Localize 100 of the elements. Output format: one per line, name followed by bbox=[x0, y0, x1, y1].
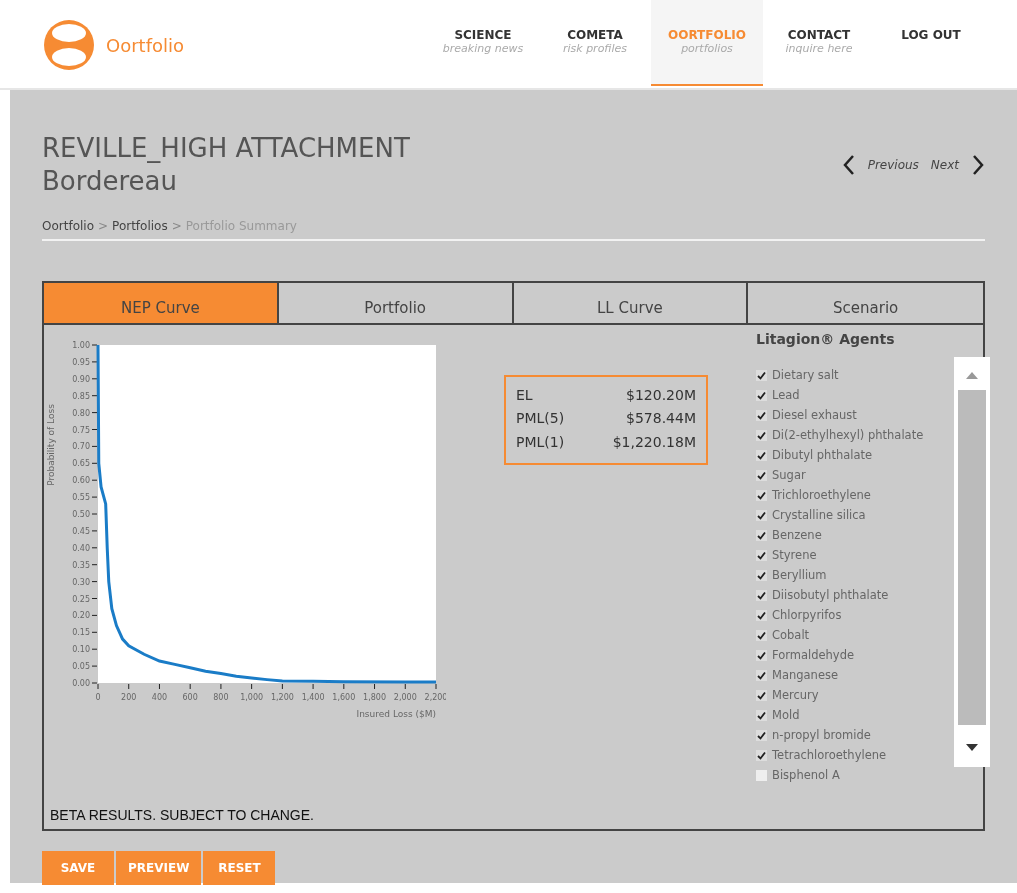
agent-checkbox[interactable]: Dibutyl phthalate bbox=[756, 445, 926, 465]
chevron-left-icon[interactable] bbox=[841, 153, 856, 176]
y-tick-label: 0.60 bbox=[72, 476, 90, 486]
action-button[interactable]: SAVE bbox=[42, 851, 114, 885]
x-tick: 1,000 bbox=[240, 683, 264, 702]
agent-checkbox[interactable]: Sugar bbox=[756, 465, 926, 485]
x-tick: 2,000 bbox=[393, 683, 417, 702]
y-tick: 0.95 bbox=[72, 357, 98, 367]
y-tick: 0.25 bbox=[72, 594, 98, 604]
x-tick: 1,600 bbox=[332, 683, 356, 702]
y-tick-label: 0.40 bbox=[72, 543, 90, 553]
y-tick-label: 0.65 bbox=[72, 459, 90, 469]
y-tick-label: 0.70 bbox=[72, 442, 90, 452]
y-tick: 0.55 bbox=[72, 493, 98, 503]
agent-checkbox[interactable]: Tetrachloroethylene bbox=[756, 745, 926, 765]
y-tick: 0.20 bbox=[72, 611, 98, 621]
agent-checkbox[interactable]: Mold bbox=[756, 705, 926, 725]
stat-label: PML(5) bbox=[516, 409, 566, 429]
x-tick-label: 2,200 bbox=[424, 693, 448, 702]
y-tick-label: 0.15 bbox=[72, 628, 90, 638]
agent-checkbox[interactable]: Di(2-ethylhexyl) phthalate bbox=[756, 425, 926, 445]
x-tick: 400 bbox=[151, 683, 168, 702]
y-tick-label: 0.30 bbox=[72, 577, 90, 587]
x-tick: 0 bbox=[95, 683, 101, 702]
y-tick-label: 0.50 bbox=[72, 510, 90, 519]
x-tick-label: 1,600 bbox=[332, 693, 356, 702]
agent-checkbox[interactable]: Dietary salt bbox=[756, 365, 926, 385]
x-tick-label: 400 bbox=[151, 693, 168, 702]
logo-icon bbox=[42, 18, 96, 72]
nav-item[interactable]: CONTACT inquire here bbox=[763, 0, 875, 86]
stat-label: PML(1) bbox=[516, 432, 566, 452]
x-tick-label: 1,800 bbox=[363, 693, 386, 702]
y-tick: 0.90 bbox=[72, 374, 98, 384]
previous-link[interactable]: Previous bbox=[867, 157, 919, 172]
y-tick-label: 0.25 bbox=[72, 594, 90, 604]
agent-checkbox[interactable]: Trichloroethylene bbox=[756, 485, 926, 505]
y-tick: 0.05 bbox=[72, 662, 98, 672]
y-tick: 0.65 bbox=[72, 459, 98, 469]
y-tick: 0.75 bbox=[72, 425, 98, 435]
y-tick-label: 0.45 bbox=[72, 526, 90, 536]
x-tick-label: 0 bbox=[95, 693, 101, 702]
agent-checkbox[interactable]: Diisobutyl phthalate bbox=[756, 585, 926, 605]
x-tick-label: 1,200 bbox=[270, 693, 294, 702]
agent-checkbox[interactable]: Crystalline silica bbox=[756, 505, 926, 525]
y-tick-label: 0.85 bbox=[72, 391, 90, 401]
y-tick: 0.45 bbox=[72, 526, 98, 536]
y-tick-label: 0.10 bbox=[72, 645, 90, 655]
y-tick: 0.40 bbox=[72, 543, 98, 553]
x-tick-label: 1,000 bbox=[240, 693, 264, 702]
tab[interactable]: NEP Curve bbox=[44, 283, 279, 323]
agent-checkbox[interactable]: Mercury bbox=[756, 685, 926, 705]
agent-checkbox[interactable]: Styrene bbox=[756, 545, 926, 565]
y-tick-label: 0.35 bbox=[72, 560, 90, 570]
y-tick-label: 0.90 bbox=[72, 374, 90, 384]
nav-item[interactable]: SCIENCE breaking news bbox=[427, 0, 539, 86]
agent-checkbox[interactable]: Benzene bbox=[756, 525, 926, 545]
agent-checkbox[interactable]: Chlorpyrifos bbox=[756, 605, 926, 625]
y-tick: 1.00 bbox=[72, 341, 98, 350]
agent-checkbox[interactable]: Formaldehyde bbox=[756, 645, 926, 665]
x-axis-label: Insured Loss ($M) bbox=[356, 709, 436, 719]
agents-title: Litagion® Agents bbox=[756, 331, 896, 347]
chevron-right-icon[interactable] bbox=[971, 153, 985, 176]
agent-checkbox[interactable]: Beryllium bbox=[756, 565, 926, 585]
x-tick-label: 600 bbox=[182, 693, 198, 702]
agent-checkbox[interactable]: Cobalt bbox=[756, 625, 926, 645]
x-tick: 1,200 bbox=[270, 683, 294, 702]
nav-item[interactable]: COMETA risk profiles bbox=[539, 0, 651, 86]
y-tick: 0.30 bbox=[72, 577, 98, 587]
nav-item[interactable]: LOG OUT bbox=[875, 0, 987, 86]
y-tick-label: 0.75 bbox=[72, 425, 90, 435]
y-tick-label: 0.05 bbox=[72, 662, 90, 672]
nav-item[interactable]: OORTFOLIO portfolios bbox=[651, 0, 763, 86]
y-tick-label: 0.95 bbox=[72, 357, 90, 367]
y-tick: 0.50 bbox=[72, 510, 98, 519]
beta-notice: BETA RESULTS. SUBJECT TO CHANGE. bbox=[49, 807, 315, 825]
breadcrumb-link[interactable]: Portfolios bbox=[112, 219, 168, 233]
y-tick-label: 0.55 bbox=[72, 493, 90, 503]
action-button[interactable]: RESET bbox=[203, 851, 276, 885]
agent-checkbox[interactable]: Lead bbox=[756, 385, 926, 405]
stat-value: $120.20M bbox=[625, 386, 696, 405]
x-tick-label: 200 bbox=[121, 693, 137, 702]
next-link[interactable]: Next bbox=[930, 157, 959, 172]
y-tick-label: 0.00 bbox=[72, 679, 90, 688]
breadcrumb-link[interactable]: Oortfolio bbox=[42, 219, 94, 233]
x-tick-label: 1,400 bbox=[301, 693, 325, 702]
action-button[interactable]: PREVIEW bbox=[116, 851, 202, 885]
agent-checkbox[interactable]: Diesel exhaust bbox=[756, 405, 926, 425]
x-tick-label: 2,000 bbox=[393, 693, 417, 702]
y-axis-label: Probability of Loss bbox=[46, 404, 56, 486]
y-tick: 0.70 bbox=[72, 442, 98, 452]
breadcrumb-separator: > bbox=[98, 219, 109, 233]
agent-checkbox[interactable]: Bisphenol A bbox=[756, 765, 926, 785]
stat-value: $1,220.18M bbox=[611, 432, 696, 452]
y-tick: 0.85 bbox=[72, 391, 98, 401]
x-tick: 1,400 bbox=[301, 683, 325, 702]
scrollbar[interactable] bbox=[954, 357, 990, 767]
y-tick-label: 0.80 bbox=[72, 408, 90, 418]
breadcrumb-separator: > bbox=[171, 219, 182, 233]
agent-checkbox[interactable]: Manganese bbox=[756, 665, 926, 685]
agent-checkbox[interactable]: n-propyl bromide bbox=[756, 725, 926, 745]
